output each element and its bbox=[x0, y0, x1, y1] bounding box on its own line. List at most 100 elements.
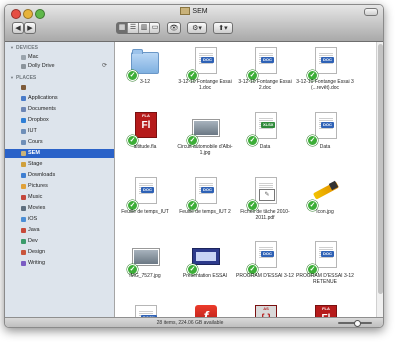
sidebar-item-home[interactable] bbox=[5, 83, 114, 92]
sidebar-item-movies[interactable]: Movies bbox=[5, 204, 114, 213]
toolbar-toggle-button[interactable] bbox=[364, 8, 378, 16]
share-menu-button[interactable]: ⬆▾ bbox=[213, 22, 233, 34]
sidebar-item-writing[interactable]: Writing bbox=[5, 259, 114, 268]
sidebar-item-icon bbox=[21, 107, 26, 112]
sidebar-item-cours[interactable]: Cours bbox=[5, 138, 114, 147]
column-view-button[interactable]: ▥ bbox=[139, 23, 150, 33]
file-name: 3-12-10 Fontange Essai 2.doc bbox=[238, 79, 292, 91]
sidebar-item-label: iOS bbox=[28, 216, 38, 222]
sidebar-item-applications[interactable]: Applications bbox=[5, 94, 114, 103]
sidebar-item-design[interactable]: Design bbox=[5, 248, 114, 257]
file-item[interactable]: AS{ }✓SEM-Mesure Course.exe bbox=[235, 303, 295, 317]
devices-header: ▼ DEVICES bbox=[10, 45, 38, 51]
sidebar-item-icon bbox=[21, 173, 26, 178]
sidebar-item-icon bbox=[21, 206, 26, 211]
back-button[interactable]: ◀ bbox=[12, 22, 24, 34]
icon-size-slider[interactable] bbox=[338, 320, 372, 327]
sidebar-item-icon bbox=[21, 64, 26, 69]
file-item[interactable]: FLAFl✓SEM-Mesure Course.fla bbox=[295, 303, 355, 317]
sidebar-item-label: Writing bbox=[28, 260, 46, 266]
sidebar-item-stage[interactable]: Stage bbox=[5, 160, 114, 169]
file-item[interactable]: DOC ✓ Data bbox=[295, 110, 355, 173]
file-item[interactable]: DOC ✓ Feuille de temps_IUT 2 bbox=[175, 175, 235, 238]
file-item[interactable]: f✓SEM-Mesure Course bbox=[175, 303, 235, 317]
sidebar-item-ios[interactable]: iOS bbox=[5, 215, 114, 224]
file-name: Feuille de temps_IUT 2 bbox=[179, 209, 231, 215]
sidebar-item-icon bbox=[21, 85, 26, 90]
file-name: Fiches de tâche 2010-2011.pdf bbox=[240, 209, 290, 221]
sidebar-item-dev[interactable]: Dev bbox=[5, 237, 114, 246]
sync-icon[interactable]: ⟳ bbox=[102, 62, 107, 71]
file-item[interactable]: DOC ✓ 3-12-10 Fontange Essai 3 (...revêt).… bbox=[295, 45, 355, 108]
file-name: altitude.fla bbox=[133, 144, 157, 150]
sidebar-item-icon bbox=[21, 55, 26, 60]
file-name: PROGRAM D'ESSAI 3-12 RETENUE bbox=[296, 273, 354, 285]
file-name: 3-12-10 Fontange Essai 1.doc bbox=[178, 79, 232, 91]
file-item[interactable]: DOCX✓SEM - CDC Soutenance bbox=[115, 303, 175, 317]
flash-fla-icon: FLAFl bbox=[310, 303, 340, 317]
sidebar: ▼ DEVICES ▼ PLACES Mac Dolly Drive ⟳ Applicat… bbox=[5, 42, 115, 317]
file-item[interactable]: ✓ IMG_7527.jpg bbox=[115, 239, 175, 302]
sidebar-item-label: Movies bbox=[28, 205, 46, 211]
file-item[interactable]: ✓ 3-12 bbox=[115, 45, 175, 108]
action-menu-button[interactable]: ⚙▾ bbox=[187, 22, 207, 34]
sidebar-item-label: Design bbox=[28, 249, 46, 255]
finder-window: SEM ◀ ▶ ▦ ☰ ▥ ▭ 👁 ⚙▾ ⬆▾ ▼ DEVICES ▼ PLACES… bbox=[4, 4, 384, 328]
sidebar-item-label: Cours bbox=[28, 139, 43, 145]
sidebar-item-documents[interactable]: Documents bbox=[5, 105, 114, 114]
sidebar-item-label: Stage bbox=[28, 161, 43, 167]
sidebar-item-label: Downloads bbox=[28, 172, 56, 178]
sidebar-item-label: IUT bbox=[28, 128, 37, 134]
sidebar-item-icon bbox=[21, 151, 26, 156]
sidebar-item-label: SEM bbox=[28, 150, 40, 156]
icon-view-button[interactable]: ▦ bbox=[117, 23, 128, 33]
sidebar-item-java[interactable]: Java bbox=[5, 226, 114, 235]
status-bar: 28 items, 224.06 GB available bbox=[5, 317, 383, 327]
sidebar-item-icon bbox=[21, 184, 26, 189]
file-item[interactable]: DOC ✓ PROGRAM D'ESSAI 3-12 bbox=[235, 239, 295, 302]
vertical-scrollbar[interactable] bbox=[376, 42, 383, 317]
places-header: ▼ PLACES bbox=[10, 75, 37, 81]
file-item[interactable]: DOC ✓ PROGRAM D'ESSAI 3-12 RETENUE bbox=[295, 239, 355, 302]
sidebar-item-dropbox[interactable]: Dropbox bbox=[5, 116, 114, 125]
file-item[interactable]: DOC ✓ 3-12-10 Fontange Essai 2.doc bbox=[235, 45, 295, 108]
file-name: Data bbox=[259, 144, 271, 150]
sidebar-item-downloads[interactable]: Downloads bbox=[5, 171, 114, 180]
sidebar-item-icon bbox=[21, 140, 26, 145]
file-item[interactable]: ✓ Circuit automobile d'Albi-1.jpg bbox=[175, 110, 235, 173]
file-item[interactable]: ✓ Présentation ESSAI bbox=[175, 239, 235, 302]
sidebar-item-pictures[interactable]: Pictures bbox=[5, 182, 114, 191]
file-item[interactable]: ✎ ✓ Fiches de tâche 2010-2011.pdf bbox=[235, 175, 295, 238]
sidebar-item-icon bbox=[21, 162, 26, 167]
file-item[interactable]: FLA Fl ✓ altitude.fla bbox=[115, 110, 175, 173]
file-item[interactable]: XLSX ✓ Data bbox=[235, 110, 295, 173]
sidebar-item-label: Mac bbox=[28, 54, 39, 60]
file-name: 3-12 bbox=[139, 79, 150, 85]
sidebar-item-label: Dev bbox=[28, 238, 38, 244]
coverflow-view-button[interactable]: ▭ bbox=[150, 23, 160, 33]
window-title: SEM bbox=[5, 7, 383, 15]
sidebar-item-dolly-drive[interactable]: Dolly Drive ⟳ bbox=[5, 62, 114, 71]
sidebar-item-iut[interactable]: IUT bbox=[5, 127, 114, 136]
file-name: IMG_7527.jpg bbox=[129, 273, 161, 279]
file-item[interactable]: DOC ✓ 3-12-10 Fontange Essai 1.doc bbox=[175, 45, 235, 108]
status-text: 28 items, 224.06 GB available bbox=[156, 320, 224, 326]
file-name: Icon.jpg bbox=[316, 209, 334, 215]
forward-button[interactable]: ▶ bbox=[24, 22, 36, 34]
file-item[interactable]: ✓ Icon.jpg bbox=[295, 175, 355, 238]
quick-look-button[interactable]: 👁 bbox=[167, 22, 181, 34]
sidebar-item-sem[interactable]: SEM bbox=[5, 149, 114, 158]
sidebar-item-icon bbox=[21, 195, 26, 200]
scrollbar-thumb[interactable] bbox=[378, 44, 383, 294]
file-item[interactable]: DOC ✓ Feuille de temps_IUT bbox=[115, 175, 175, 238]
sidebar-item-icon bbox=[21, 250, 26, 255]
sidebar-item-icon bbox=[21, 228, 26, 233]
icon-size-slider-knob[interactable] bbox=[353, 320, 361, 327]
sidebar-item-music[interactable]: Music bbox=[5, 193, 114, 202]
window-title-text: SEM bbox=[192, 7, 208, 15]
sidebar-item-label: Music bbox=[28, 194, 43, 200]
sidebar-item-label: Pictures bbox=[28, 183, 48, 189]
sidebar-item-mac[interactable]: Mac bbox=[5, 53, 114, 62]
sidebar-item-label: Applications bbox=[28, 95, 58, 101]
list-view-button[interactable]: ☰ bbox=[128, 23, 139, 33]
